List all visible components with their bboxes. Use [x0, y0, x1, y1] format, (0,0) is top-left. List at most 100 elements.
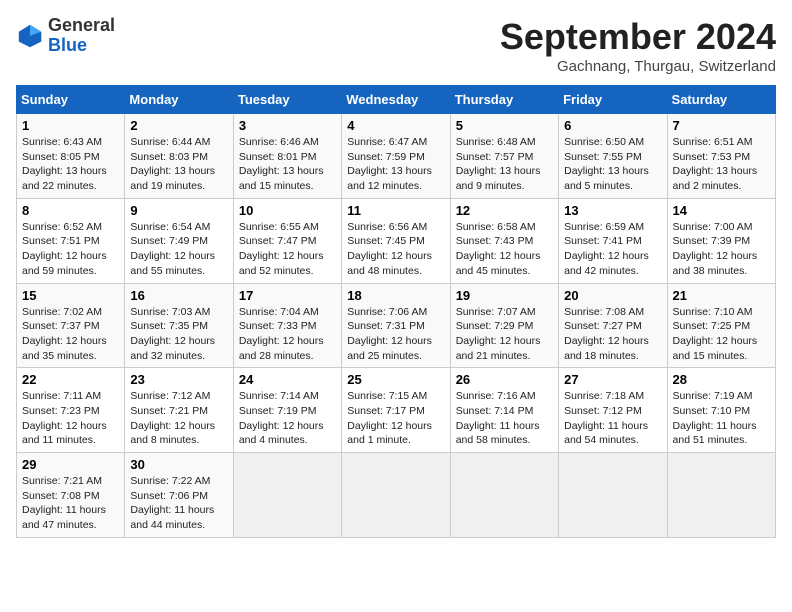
day-cell-11: 11 Sunrise: 6:56 AM Sunset: 7:45 PM Dayli… — [342, 198, 450, 283]
day-info: Sunrise: 7:08 AM Sunset: 7:27 PM Dayligh… — [564, 305, 661, 364]
day-cell-1: 1 Sunrise: 6:43 AM Sunset: 8:05 PM Daylig… — [17, 114, 125, 199]
weekday-header-sunday: Sunday — [17, 86, 125, 114]
day-info: Sunrise: 6:50 AM Sunset: 7:55 PM Dayligh… — [564, 135, 661, 194]
day-number: 2 — [130, 118, 227, 133]
day-cell-10: 10 Sunrise: 6:55 AM Sunset: 7:47 PM Dayli… — [233, 198, 341, 283]
day-cell-30: 30Sunrise: 7:22 AM Sunset: 7:06 PM Dayli… — [125, 453, 233, 538]
day-number: 10 — [239, 203, 336, 218]
day-cell-27: 27 Sunrise: 7:18 AM Sunset: 7:12 PM Dayli… — [559, 368, 667, 453]
day-number: 11 — [347, 203, 444, 218]
month-title: September 2024 — [500, 16, 776, 58]
day-number: 8 — [22, 203, 119, 218]
day-number: 17 — [239, 288, 336, 303]
day-cell-3: 3 Sunrise: 6:46 AM Sunset: 8:01 PM Daylig… — [233, 114, 341, 199]
day-info: Sunrise: 6:47 AM Sunset: 7:59 PM Dayligh… — [347, 135, 444, 194]
day-cell-24: 24 Sunrise: 7:14 AM Sunset: 7:19 PM Dayli… — [233, 368, 341, 453]
day-number: 27 — [564, 372, 661, 387]
day-number: 5 — [456, 118, 553, 133]
day-cell-19: 19 Sunrise: 7:07 AM Sunset: 7:29 PM Dayli… — [450, 283, 558, 368]
day-info: Sunrise: 7:22 AM Sunset: 7:06 PM Dayligh… — [130, 474, 227, 533]
day-info: Sunrise: 7:06 AM Sunset: 7:31 PM Dayligh… — [347, 305, 444, 364]
week-row-4: 22Sunrise: 7:11 AM Sunset: 7:23 PM Dayli… — [17, 368, 776, 453]
day-info: Sunrise: 7:18 AM Sunset: 7:12 PM Dayligh… — [564, 389, 661, 448]
week-row-2: 8 Sunrise: 6:52 AM Sunset: 7:51 PM Daylig… — [17, 198, 776, 283]
day-cell-7: 7 Sunrise: 6:51 AM Sunset: 7:53 PM Daylig… — [667, 114, 775, 199]
title-block: September 2024 Gachnang, Thurgau, Switze… — [500, 16, 776, 75]
day-number: 23 — [130, 372, 227, 387]
weekday-header-monday: Monday — [125, 86, 233, 114]
day-number: 7 — [673, 118, 770, 133]
day-cell-9: 9 Sunrise: 6:54 AM Sunset: 7:49 PM Daylig… — [125, 198, 233, 283]
day-cell-23: 23 Sunrise: 7:12 AM Sunset: 7:21 PM Dayli… — [125, 368, 233, 453]
day-number: 1 — [22, 118, 119, 133]
day-cell-4: 4 Sunrise: 6:47 AM Sunset: 7:59 PM Daylig… — [342, 114, 450, 199]
day-number: 19 — [456, 288, 553, 303]
day-number: 16 — [130, 288, 227, 303]
day-number: 26 — [456, 372, 553, 387]
weekday-header-friday: Friday — [559, 86, 667, 114]
day-info: Sunrise: 6:56 AM Sunset: 7:45 PM Dayligh… — [347, 220, 444, 279]
day-cell-18: 18 Sunrise: 7:06 AM Sunset: 7:31 PM Dayli… — [342, 283, 450, 368]
weekday-header-row: SundayMondayTuesdayWednesdayThursdayFrid… — [17, 86, 776, 114]
empty-cell — [450, 453, 558, 538]
day-info: Sunrise: 7:04 AM Sunset: 7:33 PM Dayligh… — [239, 305, 336, 364]
day-cell-8: 8 Sunrise: 6:52 AM Sunset: 7:51 PM Daylig… — [17, 198, 125, 283]
week-row-1: 1 Sunrise: 6:43 AM Sunset: 8:05 PM Daylig… — [17, 114, 776, 199]
week-row-3: 15 Sunrise: 7:02 AM Sunset: 7:37 PM Dayli… — [17, 283, 776, 368]
day-cell-2: 2Sunrise: 6:44 AM Sunset: 8:03 PM Daylig… — [125, 114, 233, 199]
day-number: 15 — [22, 288, 119, 303]
weekday-header-saturday: Saturday — [667, 86, 775, 114]
day-number: 20 — [564, 288, 661, 303]
day-cell-14: 14Sunrise: 7:00 AM Sunset: 7:39 PM Dayli… — [667, 198, 775, 283]
day-number: 28 — [673, 372, 770, 387]
day-info: Sunrise: 7:12 AM Sunset: 7:21 PM Dayligh… — [130, 389, 227, 448]
day-cell-29: 29 Sunrise: 7:21 AM Sunset: 7:08 PM Dayli… — [17, 453, 125, 538]
day-cell-21: 21 Sunrise: 7:10 AM Sunset: 7:25 PM Dayli… — [667, 283, 775, 368]
day-info: Sunrise: 7:14 AM Sunset: 7:19 PM Dayligh… — [239, 389, 336, 448]
day-info: Sunrise: 6:43 AM Sunset: 8:05 PM Dayligh… — [22, 135, 119, 194]
day-info: Sunrise: 7:10 AM Sunset: 7:25 PM Dayligh… — [673, 305, 770, 364]
location: Gachnang, Thurgau, Switzerland — [500, 58, 776, 75]
day-number: 24 — [239, 372, 336, 387]
day-number: 4 — [347, 118, 444, 133]
calendar-table: SundayMondayTuesdayWednesdayThursdayFrid… — [16, 85, 776, 538]
day-number: 22 — [22, 372, 119, 387]
day-number: 6 — [564, 118, 661, 133]
day-info: Sunrise: 7:21 AM Sunset: 7:08 PM Dayligh… — [22, 474, 119, 533]
day-info: Sunrise: 6:46 AM Sunset: 8:01 PM Dayligh… — [239, 135, 336, 194]
empty-cell — [667, 453, 775, 538]
day-number: 14 — [673, 203, 770, 218]
day-cell-22: 22Sunrise: 7:11 AM Sunset: 7:23 PM Dayli… — [17, 368, 125, 453]
day-cell-20: 20 Sunrise: 7:08 AM Sunset: 7:27 PM Dayli… — [559, 283, 667, 368]
logo: General Blue — [16, 16, 115, 56]
page-header: General Blue September 2024 Gachnang, Th… — [16, 16, 776, 75]
day-cell-16: 16Sunrise: 7:03 AM Sunset: 7:35 PM Dayli… — [125, 283, 233, 368]
day-number: 9 — [130, 203, 227, 218]
day-number: 12 — [456, 203, 553, 218]
day-cell-25: 25Sunrise: 7:15 AM Sunset: 7:17 PM Dayli… — [342, 368, 450, 453]
day-number: 13 — [564, 203, 661, 218]
day-info: Sunrise: 6:54 AM Sunset: 7:49 PM Dayligh… — [130, 220, 227, 279]
day-info: Sunrise: 6:48 AM Sunset: 7:57 PM Dayligh… — [456, 135, 553, 194]
day-info: Sunrise: 6:55 AM Sunset: 7:47 PM Dayligh… — [239, 220, 336, 279]
day-info: Sunrise: 7:19 AM Sunset: 7:10 PM Dayligh… — [673, 389, 770, 448]
day-number: 29 — [22, 457, 119, 472]
day-info: Sunrise: 7:07 AM Sunset: 7:29 PM Dayligh… — [456, 305, 553, 364]
day-number: 25 — [347, 372, 444, 387]
weekday-header-thursday: Thursday — [450, 86, 558, 114]
day-cell-12: 12 Sunrise: 6:58 AM Sunset: 7:43 PM Dayli… — [450, 198, 558, 283]
logo-icon — [16, 22, 44, 50]
day-cell-15: 15 Sunrise: 7:02 AM Sunset: 7:37 PM Dayli… — [17, 283, 125, 368]
empty-cell — [559, 453, 667, 538]
day-cell-17: 17 Sunrise: 7:04 AM Sunset: 7:33 PM Dayli… — [233, 283, 341, 368]
day-info: Sunrise: 6:52 AM Sunset: 7:51 PM Dayligh… — [22, 220, 119, 279]
day-info: Sunrise: 6:59 AM Sunset: 7:41 PM Dayligh… — [564, 220, 661, 279]
day-number: 21 — [673, 288, 770, 303]
day-number: 3 — [239, 118, 336, 133]
day-info: Sunrise: 7:02 AM Sunset: 7:37 PM Dayligh… — [22, 305, 119, 364]
day-info: Sunrise: 6:58 AM Sunset: 7:43 PM Dayligh… — [456, 220, 553, 279]
day-cell-13: 13 Sunrise: 6:59 AM Sunset: 7:41 PM Dayli… — [559, 198, 667, 283]
day-info: Sunrise: 6:51 AM Sunset: 7:53 PM Dayligh… — [673, 135, 770, 194]
day-cell-6: 6 Sunrise: 6:50 AM Sunset: 7:55 PM Daylig… — [559, 114, 667, 199]
day-number: 18 — [347, 288, 444, 303]
